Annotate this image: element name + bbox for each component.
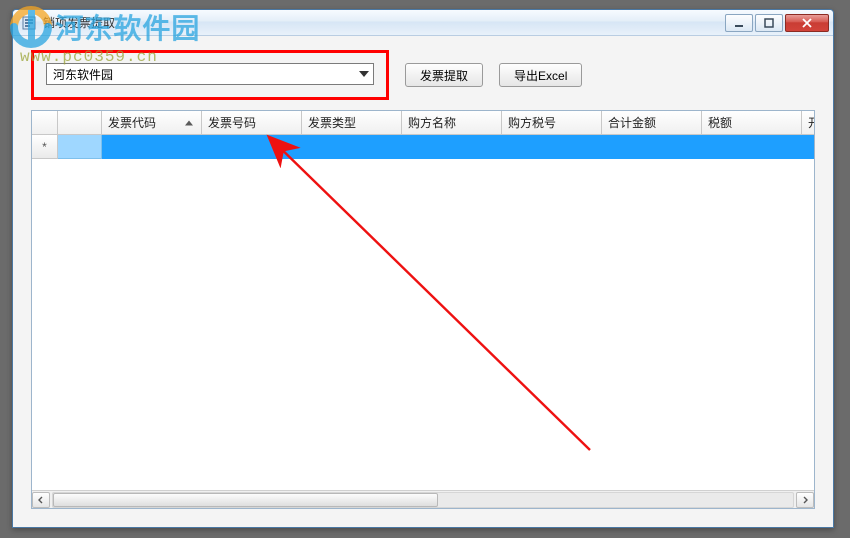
cell[interactable] [502, 135, 602, 159]
cell[interactable] [402, 135, 502, 159]
highlighted-combo-area: 河东软件园 [31, 50, 389, 100]
column-header-tax-amount[interactable]: 税额 [702, 111, 802, 134]
column-header-invoice-code[interactable]: 发票代码 [102, 111, 202, 134]
cell[interactable] [302, 135, 402, 159]
scroll-right-button[interactable] [796, 492, 814, 508]
minimize-button[interactable] [725, 14, 753, 32]
cell[interactable] [702, 135, 802, 159]
close-button[interactable] [785, 14, 829, 32]
extract-invoice-button[interactable]: 发票提取 [405, 63, 483, 87]
titlebar[interactable]: 销项发票提取 [13, 10, 833, 36]
maximize-button[interactable] [755, 14, 783, 32]
cell[interactable] [102, 135, 202, 159]
data-grid[interactable]: 发票代码 发票号码 发票类型 购方名称 购方税号 合计金额 税额 开票 * [31, 110, 815, 509]
cell[interactable] [602, 135, 702, 159]
column-header-buyer-name[interactable]: 购方名称 [402, 111, 502, 134]
horizontal-scrollbar[interactable] [32, 490, 814, 508]
row-indicator[interactable]: * [32, 135, 58, 159]
cell[interactable] [202, 135, 302, 159]
chevron-down-icon [359, 71, 369, 77]
selection-column-header[interactable] [58, 111, 102, 134]
scroll-left-button[interactable] [32, 492, 50, 508]
grid-header: 发票代码 发票号码 发票类型 购方名称 购方税号 合计金额 税额 开票 [32, 111, 814, 135]
scroll-track[interactable] [52, 492, 794, 508]
client-area: 河东软件园 发票提取 导出Excel 发票代码 发票号码 发票类型 购方名称 购… [13, 36, 833, 527]
cell[interactable] [802, 135, 814, 159]
row-selection-cell[interactable] [58, 135, 102, 159]
column-header-buyer-tax-id[interactable]: 购方税号 [502, 111, 602, 134]
export-excel-button[interactable]: 导出Excel [499, 63, 582, 87]
toolbar-row: 河东软件园 发票提取 导出Excel [31, 50, 815, 100]
app-icon [21, 15, 37, 31]
window-title: 销项发票提取 [43, 14, 725, 31]
scroll-thumb[interactable] [53, 493, 438, 507]
column-header-invoice-number[interactable]: 发票号码 [202, 111, 302, 134]
column-header-total-amount[interactable]: 合计金额 [602, 111, 702, 134]
source-combobox[interactable]: 河东软件园 [46, 63, 374, 85]
window-controls [725, 14, 829, 32]
app-window: 销项发票提取 河东软件园 发票提取 导出Excel [12, 9, 834, 528]
combobox-value: 河东软件园 [53, 66, 113, 83]
table-row[interactable]: * [32, 135, 814, 159]
row-header-corner[interactable] [32, 111, 58, 134]
column-header-issue[interactable]: 开票 [802, 111, 814, 134]
column-header-invoice-type[interactable]: 发票类型 [302, 111, 402, 134]
